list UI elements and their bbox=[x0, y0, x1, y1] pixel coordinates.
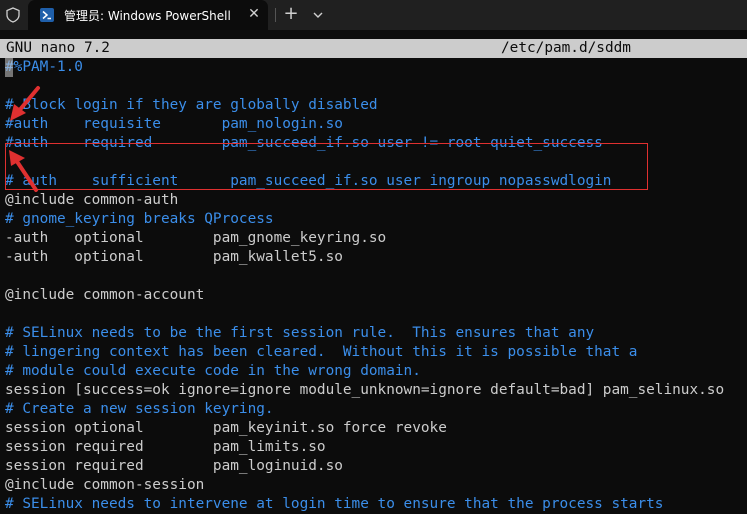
code-line: # gnome_keyring breaks QProcess bbox=[5, 211, 274, 227]
code-line: # lingering context has been cleared. Wi… bbox=[5, 344, 638, 360]
nano-version: GNU nano 7.2 bbox=[6, 40, 110, 56]
terminal-area[interactable]: GNU nano 7.2 /etc/pam.d/sddm #%PAM-1.0 # … bbox=[0, 30, 747, 512]
code-line: #auth requisite pam_nologin.so bbox=[5, 116, 343, 132]
code-line: session required pam_loginuid.so bbox=[5, 458, 343, 474]
code-line: # Create a new session keyring. bbox=[5, 401, 274, 417]
tab-title: 管理员: Windows PowerShell bbox=[64, 9, 231, 23]
titlebar-divider bbox=[275, 8, 276, 22]
code-line: # Block login if they are globally disab… bbox=[5, 97, 378, 113]
code-line: @include common-session bbox=[5, 477, 205, 493]
code-line: session required pam_limits.so bbox=[5, 439, 326, 455]
code-line: # SELinux needs to intervene at login ti… bbox=[5, 496, 664, 512]
text-cursor bbox=[5, 58, 13, 77]
code-line: @include common-auth bbox=[5, 192, 179, 208]
chevron-down-icon[interactable] bbox=[309, 5, 327, 25]
code-line: # SELinux needs to be the first session … bbox=[5, 325, 595, 341]
code-line: -auth optional pam_kwallet5.so bbox=[5, 249, 343, 265]
nano-header-bar: GNU nano 7.2 /etc/pam.d/sddm bbox=[0, 39, 747, 58]
code-line: @include common-account bbox=[5, 287, 205, 303]
code-line: -auth optional pam_gnome_keyring.so bbox=[5, 230, 387, 246]
code-line: session optional pam_keyinit.so force re… bbox=[5, 420, 447, 436]
highlight-box bbox=[5, 143, 648, 190]
code-line: session [success=ok ignore=ignore module… bbox=[5, 382, 725, 398]
powershell-icon bbox=[40, 8, 54, 22]
file-content[interactable]: #%PAM-1.0 # Block login if they are globa… bbox=[5, 58, 747, 514]
plus-icon[interactable]: + bbox=[281, 3, 301, 25]
window-titlebar: 管理员: Windows PowerShell ✕ + bbox=[0, 0, 747, 30]
code-line: #%PAM-1.0 bbox=[5, 59, 83, 75]
tab-powershell[interactable]: 管理员: Windows PowerShell ✕ bbox=[28, 0, 268, 30]
code-line: # module could execute code in the wrong… bbox=[5, 363, 421, 379]
close-icon[interactable]: ✕ bbox=[246, 6, 262, 22]
nano-file-path: /etc/pam.d/sddm bbox=[501, 40, 631, 56]
shield-icon bbox=[6, 7, 20, 23]
